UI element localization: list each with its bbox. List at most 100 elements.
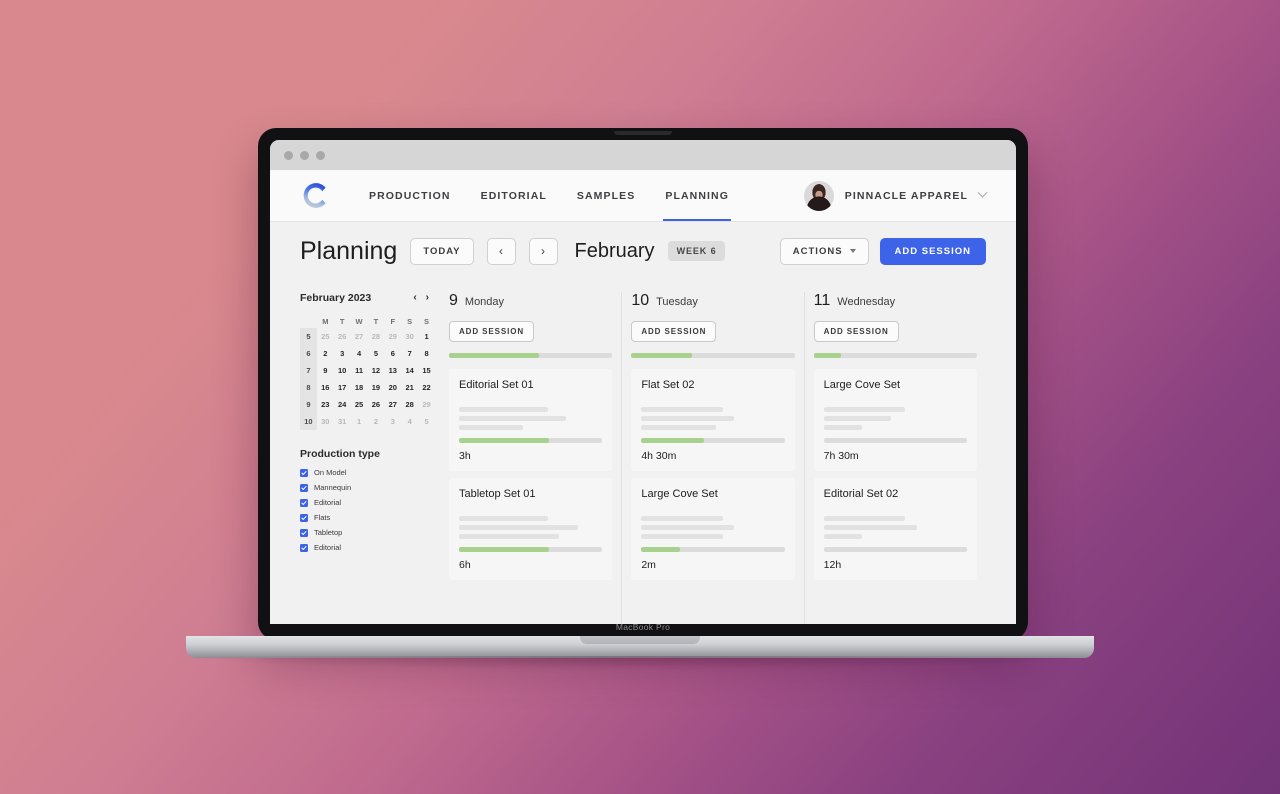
previous-period-button[interactable]: ‹ (486, 237, 516, 265)
calendar-day-cell[interactable]: 10 (334, 362, 351, 379)
session-card[interactable]: Large Cove Set 2m (631, 478, 795, 580)
calendar-day-cell[interactable]: 20 (384, 379, 401, 396)
week-number-cell[interactable]: 8 (300, 379, 317, 396)
actions-label: ACTIONS (792, 245, 843, 257)
checkmark-icon[interactable] (300, 513, 308, 522)
calendar-day-cell[interactable]: 27 (384, 396, 401, 413)
placeholder-line (459, 516, 548, 521)
calendar-day-cell[interactable]: 22 (418, 379, 435, 396)
calendar-day-cell[interactable]: 28 (401, 396, 418, 413)
production-type-filter-1[interactable]: Mannequin (300, 483, 435, 492)
calendar-day-cell[interactable]: 28 (368, 328, 385, 345)
week-number-cell[interactable]: 9 (300, 396, 317, 413)
filter-label: Editorial (314, 498, 342, 507)
account-menu[interactable]: PINNACLE APPAREL (803, 180, 988, 211)
week-number-cell[interactable]: 6 (300, 345, 317, 362)
add-session-button[interactable]: ADD SESSION (879, 237, 986, 265)
calendar-day-cell[interactable]: 23 (317, 396, 334, 413)
calendar-day-cell[interactable]: 27 (351, 328, 368, 345)
placeholder-line (459, 416, 567, 421)
session-detail-placeholders (823, 516, 967, 539)
brand-c-logo-icon[interactable] (300, 179, 333, 212)
checkmark-icon[interactable] (300, 468, 308, 477)
next-period-button[interactable]: › (528, 237, 558, 265)
mini-calendar-prev-icon[interactable]: ‹ (413, 293, 416, 303)
calendar-day-cell[interactable]: 21 (401, 379, 418, 396)
calendar-day-cell[interactable]: 1 (351, 413, 368, 430)
calendar-day-cell[interactable]: 5 (418, 413, 435, 430)
calendar-day-cell[interactable]: 6 (384, 345, 401, 362)
production-type-filter-0[interactable]: On Model (300, 468, 435, 477)
nav-tab-editorial[interactable]: EDITORIAL (481, 170, 547, 221)
calendar-day-cell[interactable]: 25 (351, 396, 368, 413)
week-number-cell[interactable]: 5 (300, 328, 317, 345)
production-type-filter-5[interactable]: Editorial (300, 543, 435, 552)
avatar-stack (741, 379, 785, 398)
placeholder-line (823, 407, 906, 412)
session-card[interactable]: Large Cove Set 7h 30m (813, 369, 977, 471)
calendar-day-cell[interactable]: 24 (334, 396, 351, 413)
calendar-day-cell[interactable]: 4 (351, 345, 368, 362)
calendar-day-cell[interactable]: 4 (401, 413, 418, 430)
nav-tab-samples[interactable]: SAMPLES (577, 170, 635, 221)
session-card[interactable]: Editorial Set 01 3h (449, 369, 613, 471)
calendar-day-cell[interactable]: 8 (418, 345, 435, 362)
calendar-day-cell[interactable]: 2 (368, 413, 385, 430)
calendar-day-cell[interactable]: 5 (368, 345, 385, 362)
checkmark-icon[interactable] (300, 498, 308, 507)
checkmark-icon[interactable] (300, 543, 308, 552)
calendar-day-cell[interactable]: 19 (368, 379, 385, 396)
calendar-day-cell[interactable]: 29 (384, 328, 401, 345)
day-add-session-button[interactable]: ADD SESSION (631, 321, 717, 342)
production-type-filter-3[interactable]: Flats (300, 513, 435, 522)
calendar-day-cell[interactable]: 2 (317, 345, 334, 362)
calendar-day-cell[interactable]: 30 (317, 413, 334, 430)
production-type-filter-2[interactable]: Editorial (300, 498, 435, 507)
calendar-day-cell[interactable]: 1 (418, 328, 435, 345)
calendar-day-cell[interactable]: 17 (334, 379, 351, 396)
today-button[interactable]: TODAY (410, 237, 474, 265)
calendar-day-cell[interactable]: 25 (317, 328, 334, 345)
week-number-cell[interactable]: 7 (300, 362, 317, 379)
session-card[interactable]: Tabletop Set 01 6h (449, 478, 613, 580)
calendar-day-cell[interactable]: 29 (418, 396, 435, 413)
calendar-day-cell[interactable]: 3 (384, 413, 401, 430)
calendar-day-cell[interactable]: 18 (351, 379, 368, 396)
checkmark-icon[interactable] (300, 483, 308, 492)
primary-nav: PRODUCTION EDITORIAL SAMPLES PLANNING (369, 170, 731, 221)
day-add-session-button[interactable]: ADD SESSION (449, 321, 535, 342)
session-card[interactable]: Flat Set 02 4h 30m (631, 369, 795, 471)
checkmark-icon[interactable] (300, 528, 308, 537)
production-type-filter-4[interactable]: Tabletop (300, 528, 435, 537)
calendar-day-cell[interactable]: 14 (401, 362, 418, 379)
calendar-day-cell[interactable]: 3 (334, 345, 351, 362)
chevron-down-icon (977, 187, 988, 198)
calendar-day-cell[interactable]: 12 (368, 362, 385, 379)
window-close-icon[interactable] (284, 150, 293, 160)
calendar-day-cell[interactable]: 16 (317, 379, 334, 396)
filter-label: Flats (314, 513, 331, 522)
day-add-session-button[interactable]: ADD SESSION (813, 321, 899, 342)
actions-dropdown-button[interactable]: ACTIONS (779, 237, 869, 265)
calendar-day-cell[interactable]: 30 (401, 328, 418, 345)
window-zoom-icon[interactable] (316, 150, 325, 160)
mini-calendar-next-icon[interactable]: › (426, 293, 429, 303)
calendar-day-cell[interactable]: 15 (418, 362, 435, 379)
calendar-day-cell[interactable]: 9 (317, 362, 334, 379)
day-header: 10 Tuesday (631, 292, 794, 310)
calendar-day-cell[interactable]: 7 (401, 345, 418, 362)
mini-calendar-week-row: 62345678 (300, 345, 435, 362)
calendar-day-cell[interactable]: 26 (334, 328, 351, 345)
calendar-day-cell[interactable]: 11 (351, 362, 368, 379)
session-progress-bar (823, 547, 967, 552)
app-root: PRODUCTION EDITORIAL SAMPLES PLANNING PI… (270, 170, 1016, 624)
calendar-day-cell[interactable]: 13 (384, 362, 401, 379)
window-minimize-icon[interactable] (300, 150, 309, 160)
mini-calendar-header: February 2023 ‹ › (300, 292, 435, 304)
session-card[interactable]: Editorial Set 02 12h (813, 478, 977, 580)
nav-tab-production[interactable]: PRODUCTION (369, 170, 451, 221)
calendar-day-cell[interactable]: 31 (334, 413, 351, 430)
week-number-cell[interactable]: 10 (300, 413, 317, 430)
calendar-day-cell[interactable]: 26 (368, 396, 385, 413)
nav-tab-planning[interactable]: PLANNING (663, 170, 731, 221)
